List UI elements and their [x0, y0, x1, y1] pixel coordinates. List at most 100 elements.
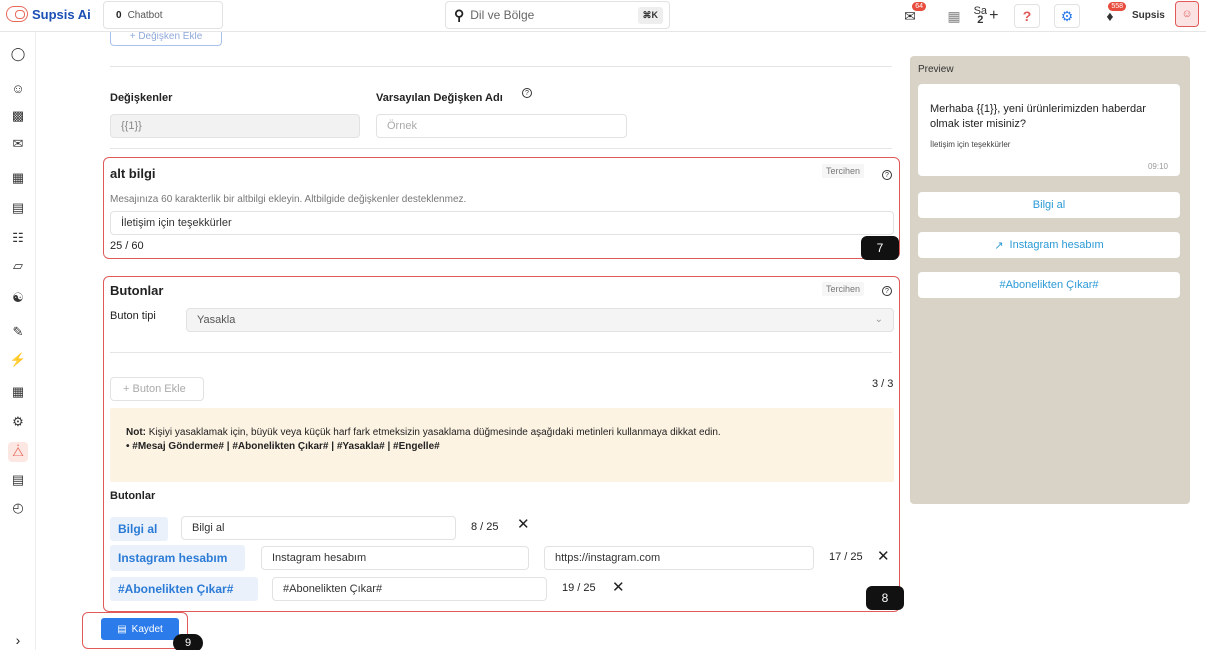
chat-icon: ◯ — [10, 46, 26, 61]
help-icon[interactable]: ? — [882, 286, 892, 296]
sidebar-item-apps[interactable]: ▦ — [8, 382, 28, 402]
gear-icon: ⚙ — [1060, 7, 1074, 24]
footer-title: alt bilgi — [110, 166, 156, 181]
note-text: Not: Kişiyi yasaklamak için, büyük veya … — [126, 427, 721, 438]
note-box: Not: Kişiyi yasaklamak için, büyük veya … — [110, 408, 894, 482]
contact-card-icon: ▩ — [11, 108, 25, 123]
users-icon: ☯ — [12, 290, 24, 305]
search-icon: ⚲ — [454, 6, 465, 23]
avatar[interactable]: ☺ — [1175, 1, 1199, 27]
remove-button[interactable]: ✕ — [612, 578, 625, 596]
sidebar-item-calendar[interactable]: ▦ — [8, 168, 28, 188]
brand[interactable]: Supsis Ai — [6, 6, 91, 22]
sidebar-item-users[interactable]: ☯ — [8, 288, 28, 308]
external-link-icon: ↗ — [994, 239, 1004, 252]
button-counter: 19 / 25 — [562, 582, 596, 594]
preview-panel: Preview Merhaba {{1}}, yeni ürünlerimizd… — [910, 56, 1190, 504]
bell-badge: 558 — [1108, 2, 1126, 11]
sidebar-item-billing[interactable]: ▤ — [8, 470, 28, 490]
theme-button[interactable]: ▦ — [944, 4, 964, 28]
button-text-input[interactable]: #Abonelikten Çıkar# — [272, 577, 547, 601]
button-type-label: Buton tipi — [110, 310, 156, 322]
preview-title: Preview — [918, 64, 954, 75]
step-tag-8: 8 — [866, 586, 904, 610]
settings-button[interactable]: ⚙ — [1054, 4, 1080, 28]
button-counter: 17 / 25 — [829, 551, 863, 563]
language-label: Sa 2 — [973, 5, 988, 26]
footer-input[interactable]: İletişim için teşekkürler — [110, 211, 894, 235]
preview-button-unsubscribe[interactable]: #Abonelikten Çıkar# — [918, 272, 1180, 298]
remove-button[interactable]: ✕ — [877, 547, 890, 565]
sidebar-item-documents[interactable]: ▤ — [8, 198, 28, 218]
button-text-input[interactable]: Instagram hesabım — [261, 546, 529, 570]
button-type-select[interactable]: Yasakla ⌄ — [186, 308, 894, 332]
preview-button-label: #Abonelikten Çıkar# — [999, 279, 1099, 291]
divider — [110, 352, 892, 353]
sidebar-item-automation[interactable]: ⚡ — [8, 350, 28, 370]
preview-message: Merhaba {{1}}, yeni ürünlerimizden haber… — [930, 103, 1146, 130]
theme-icon: ▦ — [947, 7, 961, 24]
clock-icon: ◴ — [12, 500, 24, 515]
default-variable-input[interactable]: Örnek — [376, 114, 627, 138]
sidebar-item-tickets[interactable]: ☷ — [8, 228, 28, 248]
button-text-input[interactable]: Bilgi al — [181, 516, 456, 540]
help-icon[interactable]: ? — [522, 88, 532, 98]
footer-section — [103, 157, 900, 259]
user-name[interactable]: Supsis — [1132, 10, 1165, 21]
preview-button-bilgi-al[interactable]: Bilgi al — [918, 192, 1180, 218]
mail-button[interactable]: ✉ 64 — [900, 2, 926, 28]
save-icon: ▤ — [117, 623, 127, 635]
sidebar-item-chat[interactable]: ◯ — [8, 44, 28, 64]
optional-badge: Tercihen — [822, 164, 865, 178]
preview-message-bubble: Merhaba {{1}}, yeni ürünlerimizden haber… — [918, 84, 1180, 176]
save-button[interactable]: ▤ Kaydet — [101, 618, 179, 640]
sidebar-item-edit[interactable]: ✎ — [8, 322, 28, 342]
remove-button[interactable]: ✕ — [517, 515, 530, 533]
footer-counter: 25 / 60 — [110, 240, 144, 252]
variable-field: {{1}} — [110, 114, 360, 138]
sidebar-item-mail[interactable]: ✉ — [8, 134, 28, 154]
user-icon: ☺ — [1181, 8, 1193, 20]
button-chip-instagram: Instagram hesabım — [110, 545, 245, 571]
sidebar-item-history[interactable]: ◴ — [8, 498, 28, 518]
add-variable-button[interactable]: + Değişken Ekle — [110, 32, 222, 46]
preview-button-instagram[interactable]: ↗ Instagram hesabım — [918, 232, 1180, 258]
sidebar-item-inbox[interactable]: ▱ — [8, 256, 28, 276]
divider — [110, 148, 892, 149]
brand-name: Supsis Ai — [32, 6, 91, 22]
chatbot-selector[interactable]: 0 Chatbot — [103, 1, 223, 29]
help-button[interactable]: ? — [1014, 4, 1040, 28]
buttons-title: Butonlar — [110, 283, 164, 298]
sidebar-expand-button[interactable]: › — [8, 630, 28, 650]
add-button-button[interactable]: + Buton Ekle — [110, 377, 204, 401]
save-label: Kaydet — [131, 623, 163, 635]
search-input[interactable]: ⚲ Dil ve Bölge ⌘K — [445, 1, 670, 29]
envelope-icon: ✉ — [12, 136, 24, 151]
language-button[interactable]: Sa 2 + — [966, 4, 1006, 28]
chatbot-label: Chatbot — [127, 9, 163, 21]
sidebar-item-contacts[interactable]: ▩ — [8, 106, 28, 126]
sidebar-item-share[interactable]: ⧊ — [8, 442, 28, 462]
preview-time: 09:10 — [1147, 162, 1168, 171]
help-icon[interactable]: ? — [882, 170, 892, 180]
button-type-value: Yasakla — [197, 314, 236, 326]
sidebar-item-bot[interactable]: ☺ — [8, 78, 28, 98]
question-icon: ? — [1022, 8, 1032, 24]
button-url-input[interactable]: https://instagram.com — [544, 546, 814, 570]
search-placeholder: Dil ve Bölge — [470, 8, 535, 22]
chevron-down-icon: ⌄ — [874, 314, 883, 325]
top-bar: Supsis Ai 0 Chatbot ⚲ Dil ve Bölge ⌘K ✉ … — [0, 0, 1206, 32]
preview-button-label: Bilgi al — [1032, 199, 1066, 211]
lightning-icon: ⚡ — [9, 352, 27, 367]
document-icon: ▤ — [11, 200, 25, 215]
inbox-icon: ▱ — [13, 258, 23, 273]
variables-label: Değişkenler — [110, 92, 173, 104]
pen-icon: ✎ — [12, 324, 24, 339]
share-icon: ⧊ — [12, 444, 24, 459]
calendar-icon: ▦ — [11, 170, 25, 185]
optional-badge: Tercihen — [822, 282, 865, 296]
sidebar-item-settings[interactable]: ⚙ — [8, 412, 28, 432]
chatbot-count: 0 — [116, 9, 122, 21]
notifications-button[interactable]: ♦ 558 — [1100, 2, 1126, 28]
button-chip-bilgi-al: Bilgi al — [110, 517, 168, 541]
